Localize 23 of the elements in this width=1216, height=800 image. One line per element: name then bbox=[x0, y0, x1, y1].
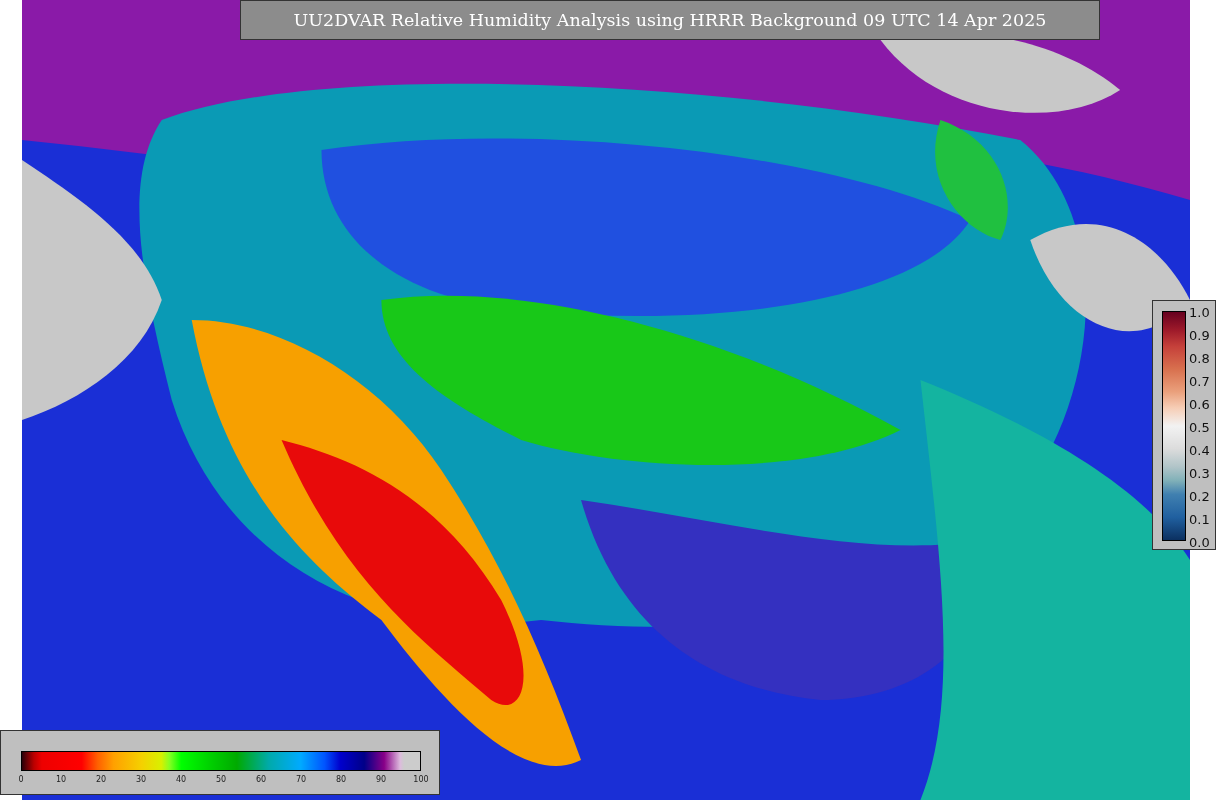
colorbar-tick-label: 0 bbox=[18, 775, 24, 785]
colorbar-tick-label: 100 bbox=[413, 775, 429, 785]
colorbar-tick-label: 90 bbox=[375, 775, 387, 785]
colorbar-tick-label: 0.6 bbox=[1189, 396, 1210, 414]
colorbar-tick-label: 0.3 bbox=[1189, 465, 1210, 483]
colorbar-tick-label: 10 bbox=[55, 775, 67, 785]
colorbar-tick-label: 0.4 bbox=[1189, 442, 1210, 460]
colorbar-tick-label: 0.0 bbox=[1189, 534, 1210, 552]
colorbar-tick-label: 1.0 bbox=[1189, 304, 1210, 322]
colorbar-tick-label: 60 bbox=[255, 775, 267, 785]
colorbar-tick-label: 80 bbox=[335, 775, 347, 785]
colorbar-tick-label: 40 bbox=[175, 775, 187, 785]
colorbar-tick-label: 70 bbox=[295, 775, 307, 785]
colorbar-tick-label: 0.1 bbox=[1189, 511, 1210, 529]
map-title: UU2DVAR Relative Humidity Analysis using HRRR Background 09 UTC 14 Apr 2025 bbox=[240, 0, 1100, 40]
colorbar-tick-label: 0.8 bbox=[1189, 350, 1210, 368]
colorbar-tick-label: 20 bbox=[95, 775, 107, 785]
colorbar-tick-label: 30 bbox=[135, 775, 147, 785]
colorbar-tick-label: 0.5 bbox=[1189, 419, 1210, 437]
colorbar-tick-label: 0.2 bbox=[1189, 488, 1210, 506]
colorbar-tick-label: 50 bbox=[215, 775, 227, 785]
colorbar-tick-label: 0.9 bbox=[1189, 327, 1210, 345]
colorbar-tick-label: 0.7 bbox=[1189, 373, 1210, 391]
